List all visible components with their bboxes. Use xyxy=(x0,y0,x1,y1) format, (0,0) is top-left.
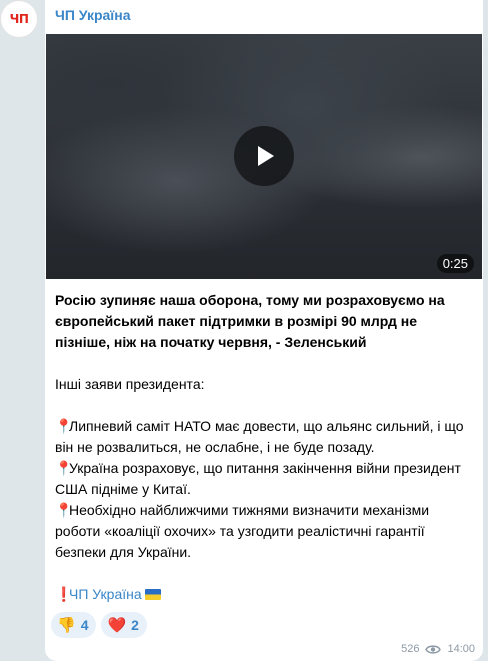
message-intro: Інші заяви президента: xyxy=(55,376,205,392)
reaction-thumbs-down[interactable]: 👎 4 xyxy=(51,612,97,638)
signature-link[interactable]: ЧП Україна xyxy=(69,586,142,602)
video-player[interactable]: 0:25 xyxy=(46,34,482,279)
message-meta: 526 14:00 xyxy=(401,643,475,655)
message-bubble: ЧП Україна 0:25 Росію зупиняє наша оборо… xyxy=(45,0,483,661)
ukraine-flag-icon xyxy=(144,589,161,600)
view-count: 526 xyxy=(401,643,420,655)
avatar-text: ЧП xyxy=(9,12,29,26)
pin-icon: 📍 xyxy=(55,418,73,434)
pin-icon: 📍 xyxy=(55,502,73,518)
play-icon xyxy=(258,146,274,166)
list-item: 📍Липневий саміт НАТО має довести, що аль… xyxy=(55,418,464,455)
reactions-bar: 👎 4 ❤️ 2 xyxy=(51,612,147,638)
reaction-count: 2 xyxy=(131,617,139,633)
reaction-count: 4 xyxy=(80,617,89,633)
thumbs-down-icon: 👎 xyxy=(57,617,76,634)
video-duration: 0:25 xyxy=(436,254,474,273)
list-item: 📍Україна розраховує, що питання закінчен… xyxy=(55,460,461,497)
eye-icon xyxy=(425,644,442,654)
list-item: 📍Необхідно найближчими тижнями визначити… xyxy=(55,502,430,560)
message-time: 14:00 xyxy=(447,643,475,655)
pin-icon: 📍 xyxy=(55,460,73,476)
message-headline: Росію зупиняє наша оборона, тому ми розр… xyxy=(55,292,445,350)
exclamation-icon: ❗ xyxy=(55,586,73,602)
heart-icon: ❤️ xyxy=(107,617,127,634)
play-button[interactable] xyxy=(234,126,294,186)
message-text: Росію зупиняє наша оборона, тому ми розр… xyxy=(55,290,475,605)
signature: ❗ЧП Україна xyxy=(55,584,475,605)
channel-name[interactable]: ЧП Україна xyxy=(55,7,131,23)
reaction-heart[interactable]: ❤️ 2 xyxy=(101,612,147,638)
channel-avatar[interactable]: ЧП xyxy=(1,1,37,37)
